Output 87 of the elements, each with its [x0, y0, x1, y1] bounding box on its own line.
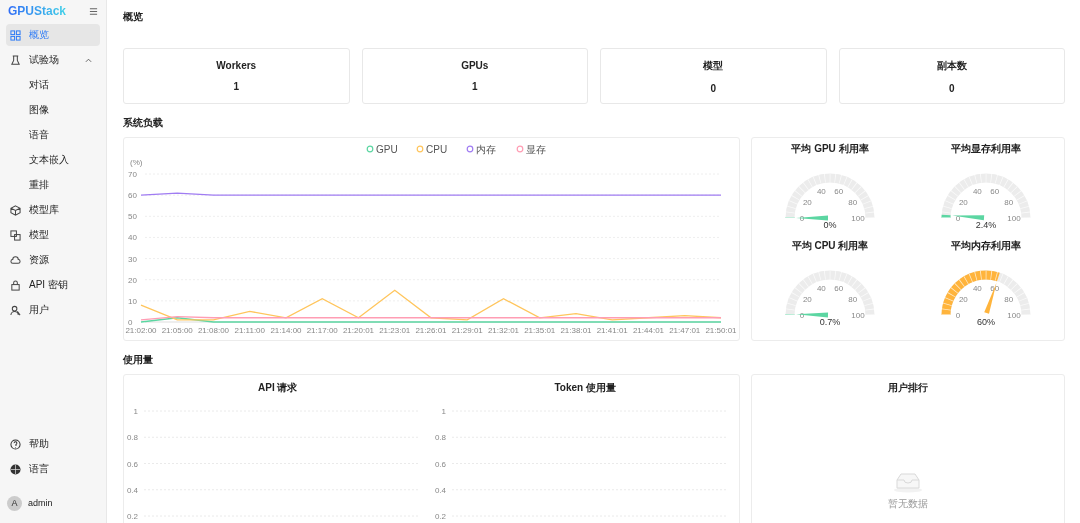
- tick-label: 0.6: [434, 459, 446, 469]
- gauge-reading: 0.7%: [819, 317, 841, 327]
- gauge-reading: 0%: [823, 220, 837, 230]
- tick-label: 40: [972, 187, 982, 197]
- tick-label: 21:08:00: [197, 326, 230, 335]
- card-title: 用户排行: [888, 381, 928, 395]
- tick-label: 20: [958, 197, 968, 207]
- tick-label: 21:47:01: [669, 326, 701, 335]
- chart-title: API 请求: [258, 381, 298, 395]
- section-heading: 使用量: [123, 353, 154, 367]
- tick-label: 1: [441, 407, 446, 416]
- tick-label: 21:29:01: [451, 326, 483, 335]
- tick-label: 21:35:01: [524, 326, 556, 335]
- page-title: 概览: [123, 10, 144, 24]
- gauge-reading: 60%: [977, 317, 995, 327]
- tick-label: 60: [834, 284, 844, 294]
- tick-label: 100: [851, 214, 865, 223]
- tick-label: 40: [816, 187, 826, 197]
- tick-label: 80: [1004, 197, 1014, 207]
- gauge-reading: 2.4%: [975, 220, 997, 230]
- section-heading: 系统负载: [123, 116, 164, 130]
- axis-label: (%): [130, 158, 143, 167]
- tick-label: 21:11:00: [234, 326, 265, 335]
- legend-label: GPU: [376, 144, 398, 155]
- tick-label: 21:32:01: [487, 326, 520, 335]
- gauge-title: 平均 CPU 利用率: [791, 239, 869, 253]
- stat-label: GPUs: [461, 60, 489, 71]
- tick-label: 20: [802, 197, 812, 207]
- tick-label: 10: [128, 296, 137, 306]
- tick-label: 60: [834, 187, 844, 197]
- tick-label: 100: [1007, 214, 1021, 223]
- stat-value: 1: [233, 81, 240, 92]
- stat-label: Workers: [216, 60, 257, 71]
- gauge-title: 平均内存利用率: [951, 239, 1021, 253]
- tick-label: 0: [799, 214, 805, 223]
- tick-label: 0: [955, 214, 961, 223]
- stat-value: 0: [948, 82, 955, 94]
- chart-title: Token 使用量: [554, 381, 616, 395]
- logo: GPUStack: [8, 4, 67, 18]
- tick-label: 21:26:01: [415, 326, 447, 335]
- legend-label: CPU: [426, 144, 448, 155]
- tick-label: 100: [851, 311, 865, 320]
- tick-label: 21:38:01: [560, 326, 592, 335]
- tick-label: 0.4: [126, 485, 138, 495]
- tick-label: 80: [848, 294, 858, 304]
- tick-label: 50: [128, 212, 137, 222]
- tick-label: 20: [958, 294, 968, 304]
- tick-label: 80: [848, 197, 858, 207]
- gauge-title: 平均 GPU 利用率: [791, 142, 869, 156]
- tick-label: 0.2: [126, 512, 138, 521]
- stat-value: 0: [710, 82, 717, 94]
- tick-label: 21:23:01: [379, 326, 411, 335]
- user-name: admin: [28, 498, 53, 508]
- tick-label: 20: [802, 294, 812, 304]
- tick-label: 0: [955, 311, 961, 320]
- tick-label: 0.6: [126, 459, 138, 469]
- tick-label: 0.8: [126, 433, 138, 443]
- tick-label: 1: [133, 407, 138, 416]
- tick-label: 60: [128, 191, 137, 201]
- tick-label: 21:50:01: [705, 326, 737, 335]
- legend-label: 内存: [476, 144, 496, 155]
- tick-label: 20: [128, 275, 137, 285]
- gauge-title: 平均显存利用率: [951, 142, 1021, 156]
- tick-label: 100: [1007, 311, 1021, 320]
- tick-label: 40: [128, 233, 137, 243]
- stat-label: 模型: [703, 58, 724, 73]
- tick-label: 0.8: [434, 433, 446, 443]
- legend-label: 显存: [526, 144, 546, 155]
- tick-label: 21:14:00: [270, 326, 302, 335]
- tick-label: 21:17:00: [306, 326, 338, 335]
- tick-label: 21:41:01: [596, 326, 628, 335]
- tick-label: 40: [816, 284, 826, 294]
- tick-label: 21:20:01: [342, 326, 375, 335]
- tick-label: 21:02:00: [125, 326, 157, 335]
- tick-label: 60: [990, 187, 1000, 197]
- tick-label: 80: [1004, 294, 1014, 304]
- stat-value: 1: [471, 81, 478, 92]
- empty-text: 暂无数据: [888, 497, 928, 511]
- tick-label: 30: [128, 254, 137, 264]
- tick-label: 40: [972, 284, 982, 294]
- stat-label: 副本数: [936, 58, 967, 73]
- tick-label: 21:05:00: [161, 326, 193, 335]
- tick-label: 0.2: [434, 512, 446, 521]
- tick-label: 70: [128, 170, 137, 179]
- tick-label: 21:44:01: [632, 326, 665, 335]
- tick-label: 0: [128, 318, 133, 327]
- tick-label: 0.4: [434, 485, 446, 495]
